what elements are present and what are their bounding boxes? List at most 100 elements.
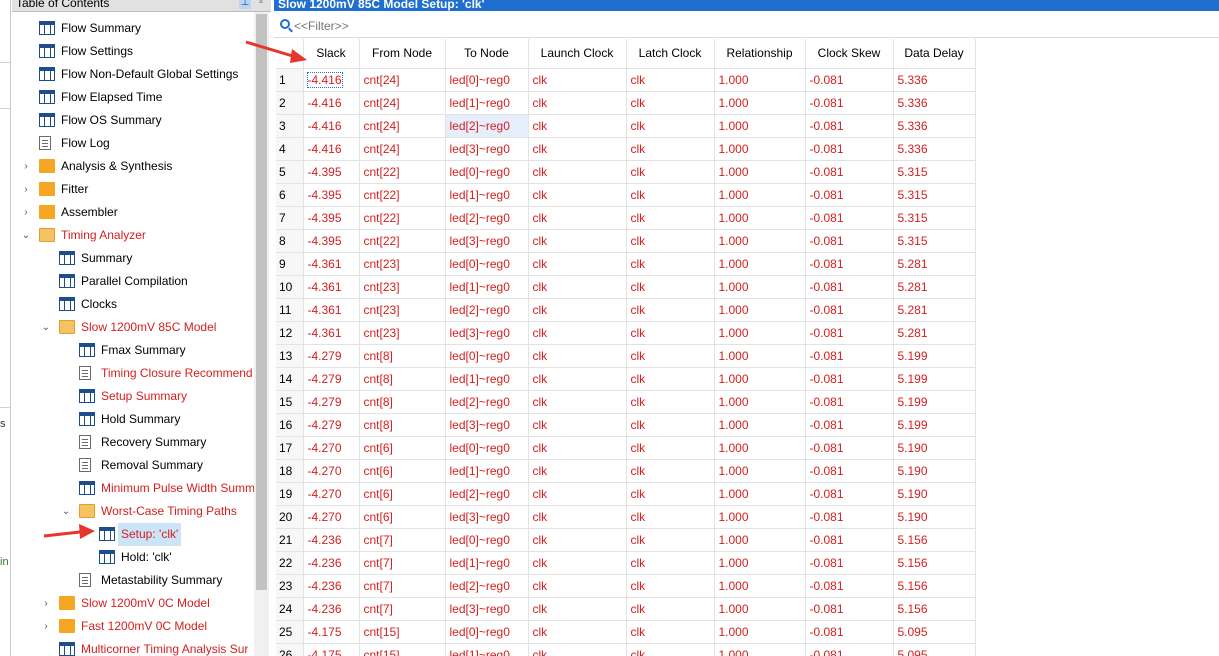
- table-row[interactable]: 20 -4.270 cnt[6] led[3]~reg0 clk clk 1.000 -0.0…: [276, 505, 976, 529]
- toc-item-assembler[interactable]: › Assembler: [12, 201, 254, 224]
- toc-item-flow-log[interactable]: Flow Log: [12, 132, 254, 155]
- column-header-latch-clock[interactable]: Latch Clock: [626, 39, 715, 69]
- toc-item-multicorner-timing-analysis-sur[interactable]: Multicorner Timing Analysis Sur: [12, 638, 254, 656]
- table-row[interactable]: 13 -4.279 cnt[8] led[0]~reg0 clk clk 1.000 -0.0…: [276, 344, 976, 368]
- toc-item-flow-non-default-global-settings[interactable]: Flow Non-Default Global Settings: [12, 63, 254, 86]
- table-cell: 5.156: [893, 528, 976, 552]
- cell-text: cnt[6]: [363, 440, 393, 455]
- table-row[interactable]: 7 -4.395 cnt[22] led[2]~reg0 clk clk 1.000 -0.0…: [276, 206, 976, 230]
- chevron-right-icon[interactable]: ›: [20, 201, 32, 224]
- restore-icon[interactable]: ▫: [255, 0, 267, 9]
- table-cell: clk: [528, 413, 627, 437]
- toc-item-timing-analyzer[interactable]: ⌄ Timing Analyzer: [12, 224, 254, 247]
- table-row[interactable]: 19 -4.270 cnt[6] led[2]~reg0 clk clk 1.000 -0.0…: [276, 482, 976, 506]
- table-cell: clk: [528, 367, 627, 391]
- table-cell: clk: [528, 206, 627, 230]
- toc-item-fitter[interactable]: › Fitter: [12, 178, 254, 201]
- table-row[interactable]: 25 -4.175 cnt[15] led[0]~reg0 clk clk 1.000 -0.…: [276, 620, 976, 644]
- table-row[interactable]: 10 -4.361 cnt[23] led[1]~reg0 clk clk 1.000 -0.…: [276, 275, 976, 299]
- toc-item-setup-summary[interactable]: Setup Summary: [12, 385, 254, 408]
- toc-item-flow-elapsed-time[interactable]: Flow Elapsed Time: [12, 86, 254, 109]
- filter-input[interactable]: [294, 17, 594, 35]
- toc-item-worst-case-timing-paths[interactable]: ⌄ Worst-Case Timing Paths: [12, 500, 254, 523]
- column-header-clock-skew[interactable]: Clock Skew: [805, 39, 894, 69]
- table-cell: clk: [626, 68, 715, 92]
- cell-text: clk: [630, 302, 646, 317]
- toc-item-fast-1200mv-0c-model[interactable]: › Fast 1200mV 0C Model: [12, 615, 254, 638]
- toc-item-flow-summary[interactable]: Flow Summary: [12, 17, 254, 40]
- toc-item-fmax-summary[interactable]: Fmax Summary: [12, 339, 254, 362]
- column-header-launch-clock[interactable]: Launch Clock: [528, 39, 627, 69]
- table-row[interactable]: 3 -4.416 cnt[24] led[2]~reg0 clk clk 1.000 -0.0…: [276, 114, 976, 138]
- chevron-right-icon[interactable]: ›: [40, 592, 52, 615]
- chevron-right-icon[interactable]: ›: [40, 615, 52, 638]
- toc-item-analysis-synthesis[interactable]: › Analysis & Synthesis: [12, 155, 254, 178]
- table-row[interactable]: 26 -4.175 cnt[15] led[1]~reg0 clk clk 1.000 -0.…: [276, 643, 976, 656]
- toc-item-timing-closure-recommend[interactable]: Timing Closure Recommend: [12, 362, 254, 385]
- toc-item-slow-1200mv-85c-model[interactable]: ⌄ Slow 1200mV 85C Model: [12, 316, 254, 339]
- column-header-to-node[interactable]: To Node: [445, 39, 529, 69]
- cell-text: 1.000: [718, 348, 749, 363]
- table-row[interactable]: 17 -4.270 cnt[6] led[0]~reg0 clk clk 1.000 -0.0…: [276, 436, 976, 460]
- table-cell: led[1]~reg0: [445, 367, 529, 391]
- chevron-right-icon[interactable]: ›: [20, 178, 32, 201]
- toc-item-hold-summary[interactable]: Hold Summary: [12, 408, 254, 431]
- toc-scrollbar-thumb[interactable]: [256, 14, 267, 590]
- toc-item-summary[interactable]: Summary: [12, 247, 254, 270]
- table-row[interactable]: 22 -4.236 cnt[7] led[1]~reg0 clk clk 1.000 -0.0…: [276, 551, 976, 575]
- cell-text: 1.000: [718, 647, 749, 656]
- pin-icon[interactable]: ⊥: [239, 0, 251, 9]
- toc-item-removal-summary[interactable]: Removal Summary: [12, 454, 254, 477]
- toc-item-flow-settings[interactable]: Flow Settings: [12, 40, 254, 63]
- cell-text: -4.270: [307, 486, 342, 501]
- table-cell: -4.361: [303, 275, 360, 299]
- table-row[interactable]: 11 -4.361 cnt[23] led[2]~reg0 clk clk 1.000 -0.…: [276, 298, 976, 322]
- table-row[interactable]: 8 -4.395 cnt[22] led[3]~reg0 clk clk 1.000 -0.0…: [276, 229, 976, 253]
- chevron-down-icon[interactable]: ⌄: [40, 316, 52, 339]
- toc-item-minimum-pulse-width-summ[interactable]: Minimum Pulse Width Summ: [12, 477, 254, 500]
- table-cell: 1.000: [714, 137, 806, 161]
- table-row[interactable]: 23 -4.236 cnt[7] led[2]~reg0 clk clk 1.000 -0.0…: [276, 574, 976, 598]
- cell-text: -4.395: [307, 233, 342, 248]
- table-cell: 5.336: [893, 137, 976, 161]
- table-row[interactable]: 16 -4.279 cnt[8] led[3]~reg0 clk clk 1.000 -0.0…: [276, 413, 976, 437]
- table-cell: 1.000: [714, 436, 806, 460]
- chevron-down-icon[interactable]: ⌄: [60, 500, 72, 523]
- cell-text: 5.281: [897, 325, 928, 340]
- cell-text: -4.279: [307, 394, 342, 409]
- cell-text: clk: [532, 187, 548, 202]
- table-row[interactable]: 1 -4.416 cnt[24] led[0]~reg0 clk clk 1.000 -0.0…: [276, 68, 976, 92]
- column-header-data-delay[interactable]: Data Delay: [893, 39, 976, 69]
- table-row[interactable]: 12 -4.361 cnt[23] led[3]~reg0 clk clk 1.000 -0.…: [276, 321, 976, 345]
- toc-item-flow-os-summary[interactable]: Flow OS Summary: [12, 109, 254, 132]
- table-row[interactable]: 5 -4.395 cnt[22] led[0]~reg0 clk clk 1.000 -0.0…: [276, 160, 976, 184]
- toc-item-hold-clk[interactable]: Hold: 'clk': [12, 546, 254, 569]
- table-row[interactable]: 18 -4.270 cnt[6] led[1]~reg0 clk clk 1.000 -0.0…: [276, 459, 976, 483]
- table-cell: -0.081: [805, 551, 894, 575]
- column-header-slack[interactable]: Slack: [303, 39, 360, 69]
- toc-item-label: Worst-Case Timing Paths: [101, 504, 237, 518]
- table-cell: cnt[8]: [359, 367, 446, 391]
- toc-item-setup-clk[interactable]: Setup: 'clk': [12, 523, 254, 546]
- column-header-relationship[interactable]: Relationship: [714, 39, 806, 69]
- toc-item-slow-1200mv-0c-model[interactable]: › Slow 1200mV 0C Model: [12, 592, 254, 615]
- table-row[interactable]: 4 -4.416 cnt[24] led[3]~reg0 clk clk 1.000 -0.0…: [276, 137, 976, 161]
- toc-item-recovery-summary[interactable]: Recovery Summary: [12, 431, 254, 454]
- toc-scrollbar[interactable]: [254, 12, 269, 656]
- toc-item-parallel-compilation[interactable]: Parallel Compilation: [12, 270, 254, 293]
- table-row[interactable]: 9 -4.361 cnt[23] led[0]~reg0 clk clk 1.000 -0.0…: [276, 252, 976, 276]
- toc-item-metastability-summary[interactable]: Metastability Summary: [12, 569, 254, 592]
- table-row[interactable]: 6 -4.395 cnt[22] led[1]~reg0 clk clk 1.000 -0.0…: [276, 183, 976, 207]
- table-row[interactable]: 15 -4.279 cnt[8] led[2]~reg0 clk clk 1.000 -0.0…: [276, 390, 976, 414]
- chevron-right-icon[interactable]: ›: [20, 155, 32, 178]
- table-cell: cnt[24]: [359, 68, 446, 92]
- column-header-from-node[interactable]: From Node: [359, 39, 446, 69]
- toc-item-clocks[interactable]: Clocks: [12, 293, 254, 316]
- table-cell: 1.000: [714, 482, 806, 506]
- chevron-down-icon[interactable]: ⌄: [20, 224, 32, 247]
- table-row[interactable]: 24 -4.236 cnt[7] led[3]~reg0 clk clk 1.000 -0.0…: [276, 597, 976, 621]
- table-row[interactable]: 21 -4.236 cnt[7] led[0]~reg0 clk clk 1.000 -0.0…: [276, 528, 976, 552]
- table-row[interactable]: 2 -4.416 cnt[24] led[1]~reg0 clk clk 1.000 -0.0…: [276, 91, 976, 115]
- cell-text: 1.000: [718, 555, 749, 570]
- table-row[interactable]: 14 -4.279 cnt[8] led[1]~reg0 clk clk 1.000 -0.0…: [276, 367, 976, 391]
